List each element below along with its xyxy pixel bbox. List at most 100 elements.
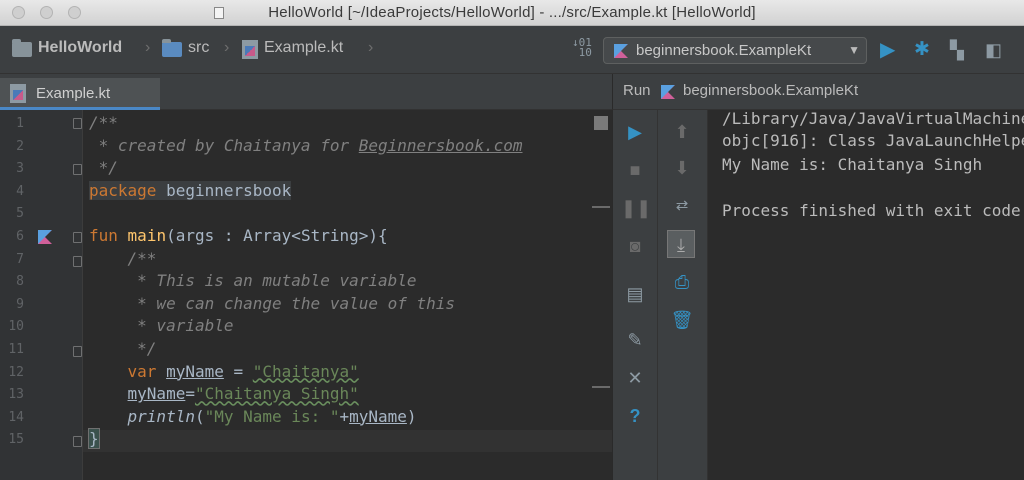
fold-marker-icon[interactable] bbox=[73, 256, 82, 267]
run-configuration-select[interactable]: beginnersbook.ExampleKt ▼ bbox=[603, 37, 867, 64]
kotlin-file-icon bbox=[242, 40, 258, 59]
tab-example-kt[interactable]: Example.kt bbox=[0, 78, 160, 110]
editor-tab-bar: Example.kt bbox=[0, 74, 612, 110]
up-arrow-icon[interactable]: ⬆ bbox=[668, 118, 696, 146]
code-token: (args : Array<String>){ bbox=[166, 226, 388, 245]
inspection-status-icon[interactable] bbox=[594, 116, 608, 130]
fold-marker-icon[interactable] bbox=[73, 164, 82, 175]
more-tools-icon[interactable]: ◧ bbox=[985, 40, 1002, 60]
line-number: 6 bbox=[16, 229, 24, 244]
code-line[interactable]: fun main(args : Array<String>){ bbox=[89, 225, 388, 247]
code-token: fun bbox=[89, 226, 118, 245]
chevron-right-icon: › bbox=[368, 39, 374, 56]
code-line[interactable]: * we can change the value of this bbox=[89, 293, 455, 315]
code-line[interactable]: package beginnersbook bbox=[89, 180, 292, 202]
code-token: main bbox=[127, 226, 167, 245]
line-number: 15 bbox=[8, 432, 24, 448]
soft-wrap-icon[interactable]: ⇄ bbox=[668, 192, 696, 220]
code-token: = bbox=[223, 361, 253, 381]
code-token: = bbox=[185, 384, 195, 404]
scroll-marker[interactable] bbox=[592, 206, 610, 208]
fold-marker-icon[interactable] bbox=[73, 436, 82, 447]
print-icon[interactable]: ⎙ bbox=[668, 268, 696, 296]
code-line[interactable]: println("My Name is: "+myName) bbox=[89, 406, 417, 428]
code-line[interactable]: * This is an mutable variable bbox=[89, 270, 417, 292]
code-token: myName bbox=[349, 406, 407, 426]
code-token: * This is an mutable variable bbox=[89, 271, 417, 291]
code-line[interactable]: * variable bbox=[89, 315, 233, 337]
kotlin-file-icon bbox=[10, 84, 26, 103]
kotlin-icon bbox=[661, 85, 675, 99]
trash-icon[interactable]: 🗑 bbox=[668, 306, 696, 334]
code-token: + bbox=[339, 406, 350, 426]
code-token: var bbox=[127, 361, 157, 381]
camera-icon[interactable]: ◙ bbox=[621, 232, 649, 260]
code-token: } bbox=[88, 428, 100, 450]
line-number: 13 bbox=[8, 387, 24, 403]
code-token: * created by Chaitanya for bbox=[89, 135, 359, 155]
run-panel-title: Run bbox=[623, 82, 651, 99]
coverage-button[interactable]: ▚ bbox=[950, 40, 964, 60]
code-token: ) bbox=[406, 406, 417, 426]
line-number: 1 bbox=[16, 116, 24, 131]
line-number: 2 bbox=[16, 138, 24, 154]
fold-marker-icon[interactable] bbox=[73, 118, 82, 129]
chevron-right-icon: › bbox=[224, 39, 230, 56]
layout-icon[interactable]: ▤ bbox=[621, 280, 649, 308]
breadcrumb-file[interactable]: Example.kt bbox=[264, 39, 343, 57]
console-line: objc[916]: Class JavaLaunchHelper bbox=[722, 131, 1024, 150]
scroll-to-end-icon[interactable]: ⤓ bbox=[667, 230, 695, 258]
navigation-bar: HelloWorld › src › Example.kt › bbox=[0, 26, 1024, 74]
code-token: ( bbox=[194, 406, 205, 426]
code-line[interactable]: } bbox=[88, 428, 100, 450]
stop-button[interactable]: ■ bbox=[621, 156, 649, 184]
help-icon[interactable]: ? bbox=[621, 402, 649, 430]
line-number: 4 bbox=[16, 183, 24, 199]
sort-icon[interactable]: ↓01 10 bbox=[572, 37, 592, 58]
code-line[interactable]: var myName = "Chaitanya" bbox=[89, 361, 359, 383]
close-icon[interactable]: ✕ bbox=[621, 364, 649, 392]
line-number: 5 bbox=[16, 206, 24, 222]
code-token: Beginnersbook.com bbox=[358, 135, 523, 155]
scroll-marker[interactable] bbox=[592, 386, 610, 388]
debug-button[interactable]: ✱ bbox=[914, 40, 930, 60]
run-button[interactable]: ▶ bbox=[880, 40, 895, 60]
line-number: 9 bbox=[16, 296, 24, 312]
run-panel-config[interactable]: beginnersbook.ExampleKt bbox=[683, 82, 858, 99]
line-number: 12 bbox=[8, 364, 24, 380]
code-token: myName bbox=[127, 384, 186, 404]
tab-label: Example.kt bbox=[36, 85, 111, 102]
code-token: "Chaitanya" bbox=[252, 361, 359, 381]
code-line[interactable]: myName="Chaitanya Singh" bbox=[89, 383, 359, 405]
code-token: */ bbox=[89, 158, 118, 178]
pause-button[interactable]: ❚❚ bbox=[621, 194, 651, 222]
run-toolbar-divider bbox=[657, 110, 658, 480]
run-config-label: beginnersbook.ExampleKt bbox=[636, 42, 812, 59]
code-line[interactable]: */ bbox=[89, 157, 118, 179]
fold-marker-icon[interactable] bbox=[73, 232, 82, 243]
rerun-button[interactable]: ▶ bbox=[621, 118, 649, 146]
console-output[interactable]: /Library/Java/JavaVirtualMachines/ objc[… bbox=[708, 110, 1024, 480]
breadcrumb-folder[interactable]: src bbox=[188, 39, 209, 57]
code-token: beginnersbook bbox=[156, 180, 292, 200]
code-token: package bbox=[89, 180, 157, 200]
console-line: My Name is: Chaitanya Singh bbox=[722, 155, 983, 174]
fold-marker-icon[interactable] bbox=[73, 346, 82, 357]
code-line[interactable]: /** bbox=[89, 112, 118, 134]
pin-icon[interactable]: ✎ bbox=[621, 326, 649, 354]
breadcrumb-project[interactable]: HelloWorld bbox=[38, 39, 122, 57]
current-line-highlight bbox=[83, 430, 612, 452]
code-token: "Chaitanya Singh" bbox=[194, 384, 359, 404]
code-line[interactable]: */ bbox=[89, 338, 156, 360]
code-line[interactable]: * created by Chaitanya for Beginnersbook… bbox=[89, 135, 523, 157]
window-title: HelloWorld [~/IdeaProjects/HelloWorld] -… bbox=[268, 4, 756, 21]
down-arrow-icon[interactable]: ⬇ bbox=[668, 154, 696, 182]
line-number: 8 bbox=[16, 274, 24, 290]
code-token: myName bbox=[166, 361, 224, 381]
window-titlebar: HelloWorld [~/IdeaProjects/HelloWorld] -… bbox=[0, 0, 1024, 26]
code-line[interactable]: /** bbox=[89, 248, 157, 270]
